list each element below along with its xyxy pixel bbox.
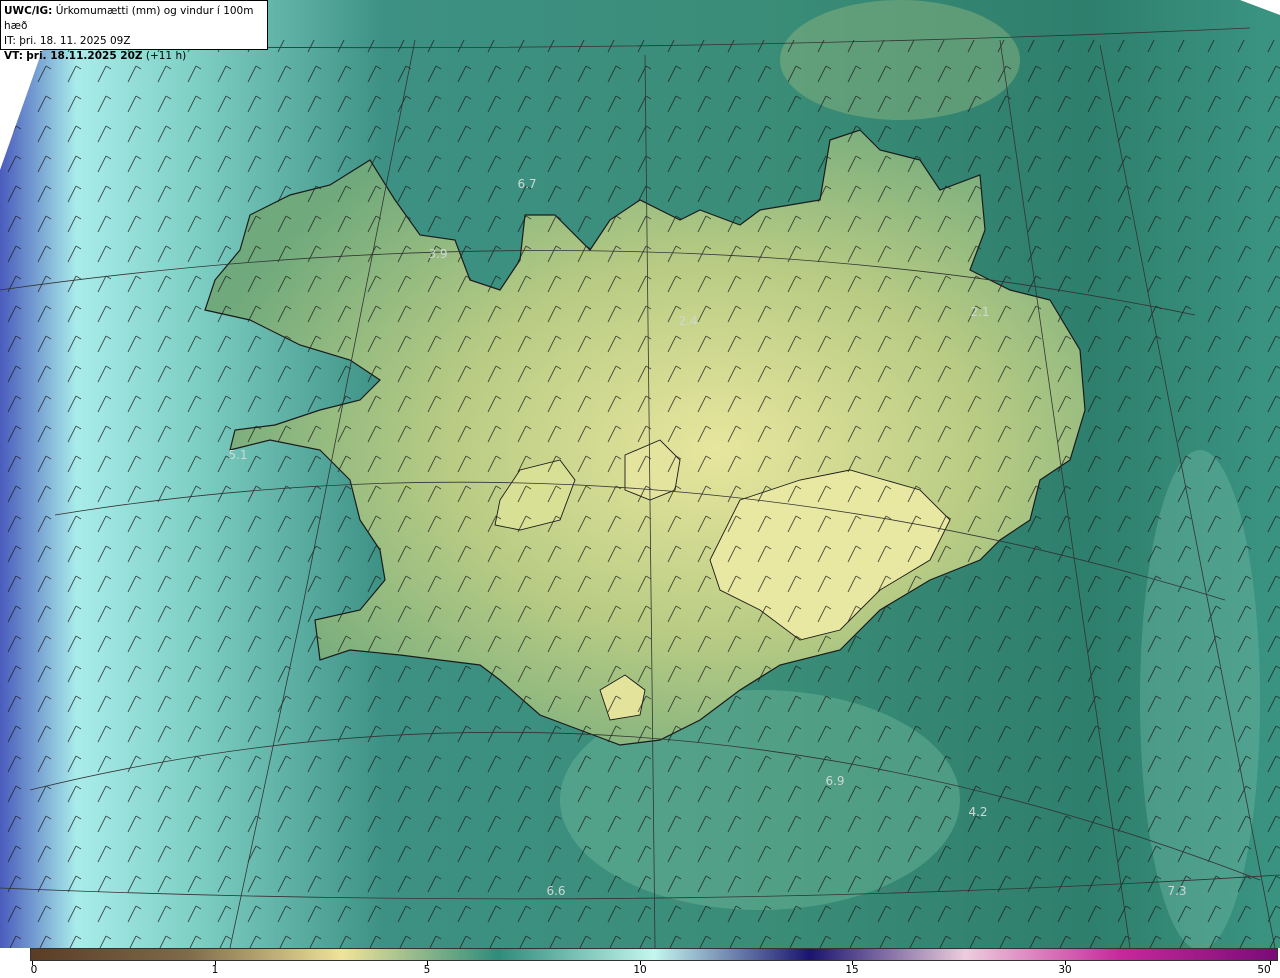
init-time: þri. 18. 11. 2025 09Z (19, 35, 131, 47)
wind-barbs (0, 40, 1280, 948)
map-value-label: 4.2 (968, 805, 987, 819)
map-value-label: 2.1 (970, 305, 989, 319)
model-name: UWC/IG: (4, 5, 53, 17)
map-value-label: 3.9 (428, 247, 447, 261)
map-value-label: 6.9 (825, 774, 844, 788)
valid-time: þri. 18.11.2025 20Z (26, 50, 143, 62)
forecast-offset: (+11 h) (145, 50, 187, 62)
map-value-label: 7.3 (1167, 884, 1186, 898)
map-value-label: 6.7 (517, 177, 536, 191)
colorbar-tick-label: 50 (1257, 964, 1271, 976)
map-value-label: 6.6 (546, 884, 565, 898)
title-box: UWC/IG: Úrkomumætti (mm) og vindur í 100… (0, 0, 268, 62)
vt-label: VT: (4, 50, 23, 62)
colorbar-tick-label: 1 (211, 964, 219, 976)
map-value-label: 5.1 (228, 448, 247, 462)
map-value-label: 2.4 (678, 314, 697, 328)
colorbar-tick-label: 10 (633, 964, 647, 976)
colorbar-tick-label: 30 (1058, 964, 1072, 976)
colorbar (30, 948, 1278, 961)
colorbar-tick-label: 5 (423, 964, 431, 976)
it-label: IT: (4, 35, 16, 47)
colorbar-tick-label: 15 (845, 964, 859, 976)
colorbar-tick-label: 0 (30, 964, 38, 976)
precipitation-wind-map: 6.7 3.9 2.4 2.1 5.1 6.9 4.2 6.6 7.3 (0, 0, 1280, 948)
